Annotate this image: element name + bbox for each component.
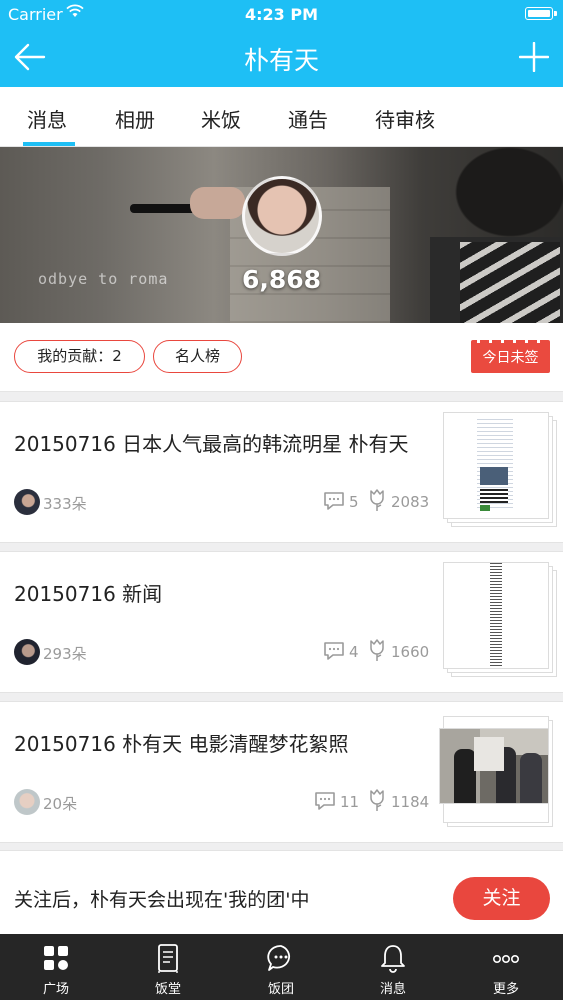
contribution-row: 我的贡献：2 名人榜 今日未签 [0,323,563,392]
flower-count: 20朵 [43,795,78,813]
nav-bar: 朴有天 [0,28,563,87]
star-banner: odbye to roma 6,868 [0,147,563,323]
tab-announcements[interactable]: 通告 [288,104,328,133]
checkin-label: 今日未签 [482,350,539,366]
tab-plaza[interactable]: 广场 [0,934,112,1000]
notebook-icon [158,944,178,973]
checkin-button[interactable]: 今日未签 [471,337,550,373]
tab-canteen[interactable]: 饭堂 [112,934,224,1000]
tab-pending-review[interactable]: 待审核 [375,104,435,133]
comment-count: 11 [340,793,360,811]
clock: 4:23 PM [244,5,318,24]
avatar [14,639,40,665]
tab-label: 广场 [42,982,69,997]
avatar [14,489,40,515]
tab-label: 饭团 [267,982,294,997]
flower-icon [370,639,384,661]
post-card[interactable]: 20150716 日本人气最高的韩流明星 朴有天 333朵 5 2083 [0,401,563,543]
bell-icon [381,945,405,973]
like-count: 2083 [391,493,430,511]
post-card[interactable]: 20150716 新闻 293朵 4 1660 [0,551,563,693]
calendar-rings-icon [477,337,544,343]
comment-count: 5 [349,493,359,511]
plus-icon[interactable] [519,42,549,72]
comment-icon [324,492,344,510]
tab-label: 消息 [379,982,406,997]
comment-icon [324,642,344,660]
avatar [14,789,40,815]
tab-messages[interactable]: 消息 [27,104,67,133]
post-title: 20150716 朴有天 电影清醒梦花絮照 [14,732,349,756]
tab-more[interactable]: 更多 [450,934,562,1000]
post-title: 20150716 新闻 [14,582,163,606]
post-card[interactable]: 20150716 朴有天 电影清醒梦花絮照 20朵 11 1184 [0,701,563,843]
more-dots-icon [492,955,519,964]
post-thumbnail[interactable] [444,413,556,526]
star-avatar[interactable] [242,176,322,256]
grid-icon [44,946,68,970]
tab-albums[interactable]: 相册 [115,104,155,133]
tab-label: 饭堂 [154,982,181,997]
post-thumbnail[interactable] [444,563,556,676]
flower-count: 333朵 [43,495,87,513]
leaderboard-button[interactable]: 名人榜 [153,340,242,373]
tab-fans[interactable]: 米饭 [201,104,241,133]
follow-button[interactable]: 关注 [453,877,550,920]
tab-fan-group[interactable]: 饭团 [225,934,337,1000]
content-tabs: 消息 相册 米饭 通告 待审核 [0,87,563,147]
my-contribution-button[interactable]: 我的贡献：2 [14,340,145,373]
tab-label: 更多 [492,982,519,997]
status-bar: Carrier 4:23 PM [0,0,563,28]
page-title: 朴有天 [243,46,319,75]
follow-prompt: 关注后，朴有天会出现在'我的团'中 关注 [0,850,563,934]
comment-count: 4 [349,643,359,661]
chat-bubble-icon [267,945,290,971]
follow-hint: 关注后，朴有天会出现在'我的团'中 [14,889,310,911]
flower-icon [370,489,384,511]
flower-count: 293朵 [43,645,87,663]
comment-icon [315,792,335,810]
banner-hand [190,187,245,219]
fan-count: 6,868 [241,265,322,294]
post-thumbnail[interactable] [440,713,552,826]
tab-notifications[interactable]: 消息 [337,934,449,1000]
active-tab-indicator [23,142,75,146]
like-count: 1184 [391,793,430,811]
flower-icon [370,789,384,811]
post-title: 20150716 日本人气最高的韩流明星 朴有天 [14,432,409,456]
bottom-tab-bar: 广场 饭堂 饭团 消息 更多 [0,934,563,1000]
like-count: 1660 [391,643,430,661]
battery-icon [525,7,557,20]
